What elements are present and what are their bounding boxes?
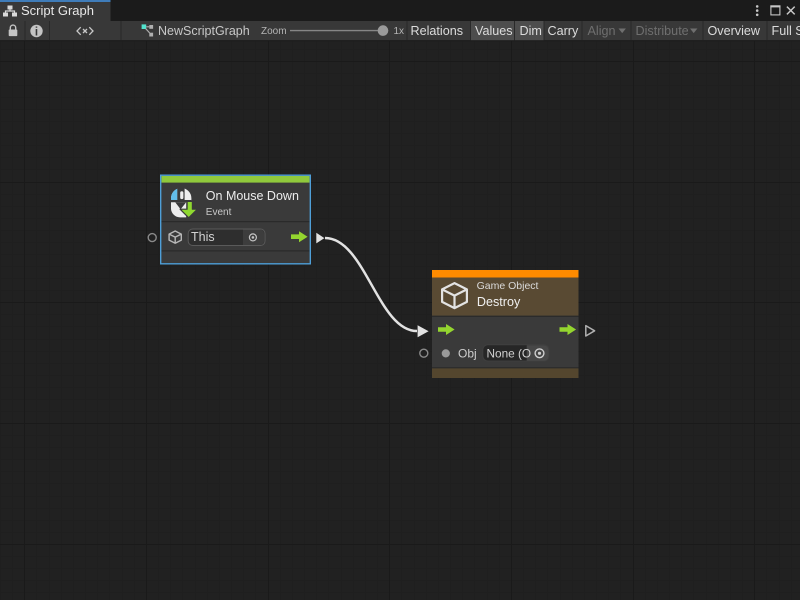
svg-text:This: This bbox=[191, 230, 215, 244]
svg-text:NewScriptGraph: NewScriptGraph bbox=[158, 24, 250, 38]
svg-text:Overview: Overview bbox=[708, 24, 761, 38]
svg-text:Dim: Dim bbox=[520, 24, 542, 38]
svg-text:Destroy: Destroy bbox=[477, 295, 521, 309]
svg-text:Relations: Relations bbox=[411, 24, 464, 38]
svg-text:i: i bbox=[35, 26, 38, 38]
svg-text:Carry: Carry bbox=[548, 24, 579, 38]
svg-text:Zoom: Zoom bbox=[261, 26, 287, 37]
svg-text:On Mouse Down: On Mouse Down bbox=[206, 189, 299, 203]
svg-text:Event: Event bbox=[206, 207, 232, 218]
svg-text:Distribute: Distribute bbox=[636, 24, 689, 38]
svg-text:Obj: Obj bbox=[458, 347, 477, 361]
svg-text:Game Object: Game Object bbox=[477, 280, 539, 292]
svg-text:None (O: None (O bbox=[487, 347, 532, 361]
svg-text:Script Graph: Script Graph bbox=[21, 3, 94, 18]
svg-text:1x: 1x bbox=[394, 26, 405, 37]
svg-text:Full S: Full S bbox=[772, 24, 800, 38]
svg-text:Values: Values bbox=[475, 24, 513, 38]
svg-text:Align: Align bbox=[588, 24, 616, 38]
